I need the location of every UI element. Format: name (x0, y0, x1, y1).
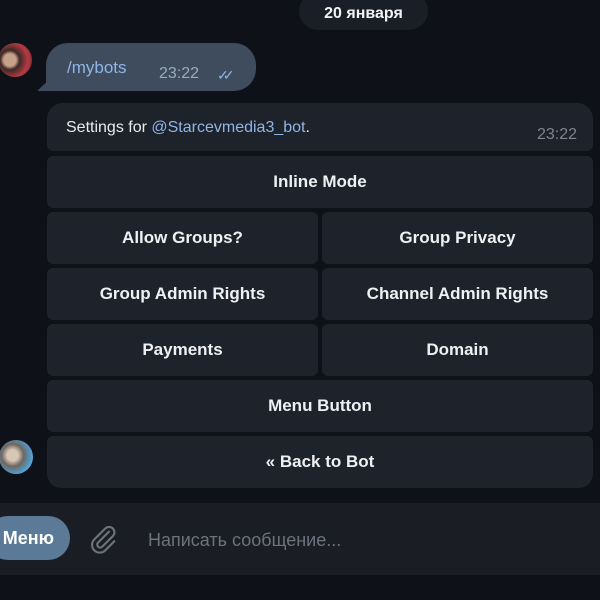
incoming-message[interactable]: Settings for @Starcevmedia3_bot. 23:22 (47, 103, 593, 151)
message-time: 23:22 (159, 65, 200, 82)
group-admin-rights-button[interactable]: Group Admin Rights (47, 268, 318, 320)
bot-avatar[interactable] (0, 440, 33, 474)
user-avatar[interactable] (0, 43, 32, 77)
date-separator: 20 января (299, 0, 428, 30)
message-time: 23:22 (536, 126, 577, 143)
payments-button[interactable]: Payments (47, 324, 318, 376)
double-check-icon: ✓✓ (217, 67, 235, 83)
message-text[interactable]: /mybots (67, 58, 127, 78)
bot-mention-link[interactable]: @Starcevmedia3_bot (151, 119, 305, 136)
menu-button-setting[interactable]: Menu Button (47, 380, 593, 432)
message-composer: Меню (0, 503, 600, 575)
message-input[interactable] (146, 525, 590, 555)
channel-admin-rights-button[interactable]: Channel Admin Rights (322, 268, 593, 320)
allow-groups-button[interactable]: Allow Groups? (47, 212, 318, 264)
message-text-prefix: Settings for (66, 119, 152, 136)
message-text-suffix: . (305, 119, 310, 136)
paperclip-icon[interactable] (87, 523, 119, 555)
date-separator-label: 20 января (324, 5, 403, 22)
message-text: Settings for @Starcevmedia3_bot. (66, 119, 310, 137)
back-to-bot-button[interactable]: « Back to Bot (47, 436, 593, 488)
bot-menu-button[interactable]: Меню (0, 516, 70, 560)
group-privacy-button[interactable]: Group Privacy (322, 212, 593, 264)
outgoing-message[interactable]: /mybots 23:22 ✓✓ (46, 43, 256, 91)
domain-button[interactable]: Domain (322, 324, 593, 376)
inline-mode-button[interactable]: Inline Mode (47, 156, 593, 208)
